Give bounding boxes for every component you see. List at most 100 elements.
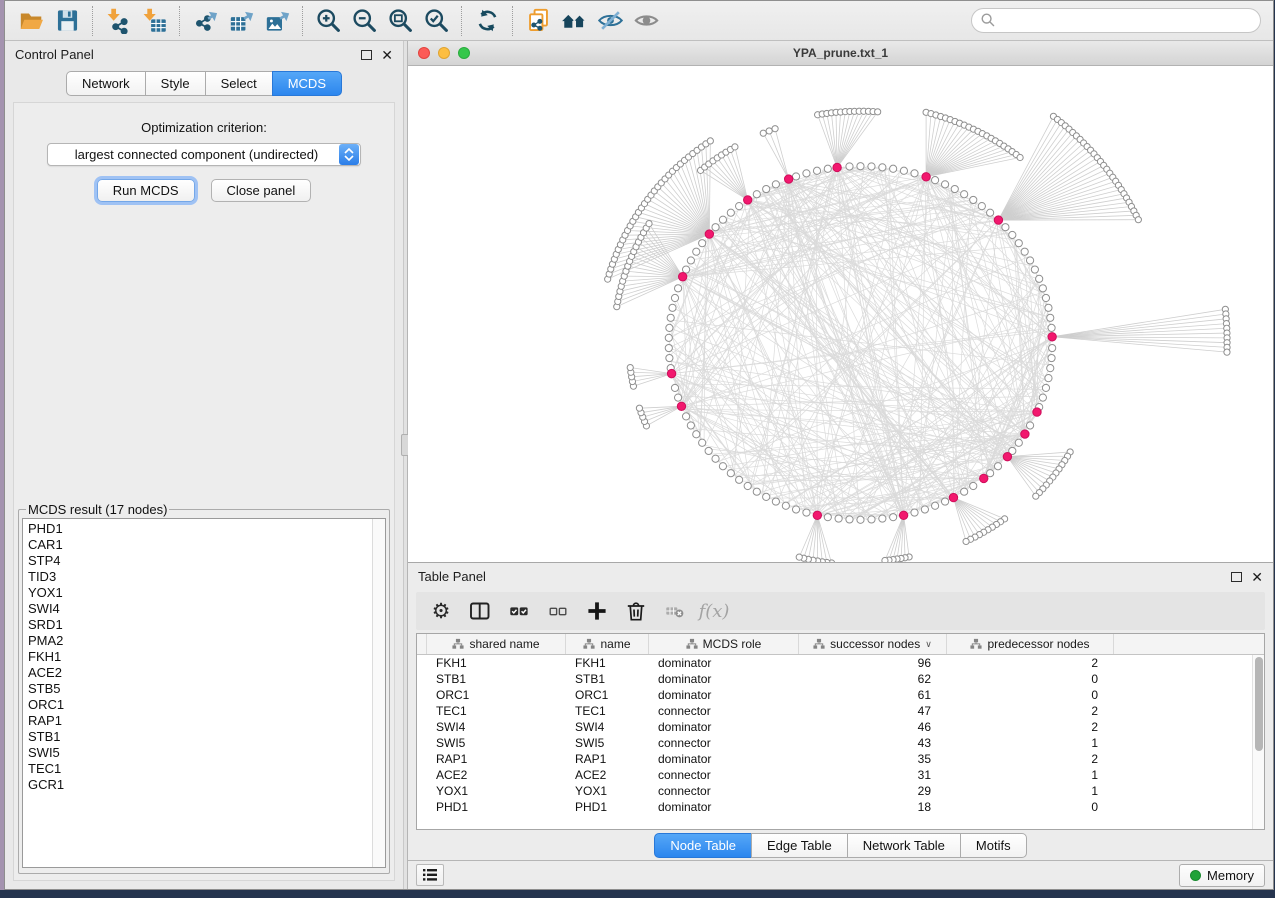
zoom-fit-button[interactable] (382, 5, 418, 37)
cell-successor-nodes[interactable]: 18 (799, 800, 947, 814)
cell-successor-nodes[interactable]: 61 (799, 688, 947, 702)
table-row[interactable]: SWI5SWI5connector431 (417, 735, 1264, 751)
cell-shared-name[interactable]: PHD1 (427, 800, 566, 814)
cell-successor-nodes[interactable]: 43 (799, 736, 947, 750)
cell-name[interactable]: ACE2 (566, 768, 649, 782)
minimize-window-icon[interactable] (438, 47, 450, 59)
mcds-result-item[interactable]: SWI4 (28, 601, 385, 617)
cell-successor-nodes[interactable]: 31 (799, 768, 947, 782)
table-row[interactable]: TEC1TEC1connector472 (417, 703, 1264, 719)
tab-style[interactable]: Style (145, 71, 206, 96)
cell-shared-name[interactable]: ACE2 (427, 768, 566, 782)
mcds-result-item[interactable]: STB1 (28, 729, 385, 745)
mcds-result-item[interactable]: TID3 (28, 569, 385, 585)
tab-motifs[interactable]: Motifs (960, 833, 1027, 858)
tab-mcds[interactable]: MCDS (272, 71, 342, 96)
cell-predecessor-nodes[interactable]: 0 (947, 800, 1114, 814)
cell-shared-name[interactable]: SWI4 (427, 720, 566, 734)
cell-name[interactable]: SWI5 (566, 736, 649, 750)
zoom-in-button[interactable] (310, 5, 346, 37)
column-header-shared-name[interactable]: shared name (427, 634, 566, 654)
column-visibility-icon[interactable] (465, 596, 495, 626)
table-row[interactable]: PHD1PHD1dominator180 (417, 799, 1264, 815)
mcds-result-item[interactable]: YOX1 (28, 585, 385, 601)
mcds-result-item[interactable]: SRD1 (28, 617, 385, 633)
mcds-result-item[interactable]: SWI5 (28, 745, 385, 761)
deselect-all-rows-icon[interactable] (543, 596, 573, 626)
zoom-out-button[interactable] (346, 5, 382, 37)
table-row[interactable]: ORC1ORC1dominator610 (417, 687, 1264, 703)
float-panel-icon[interactable] (361, 50, 372, 60)
close-panel-icon[interactable]: ✕ (381, 50, 393, 60)
zoom-selected-button[interactable] (418, 5, 454, 37)
cell-shared-name[interactable]: YOX1 (427, 784, 566, 798)
mcds-result-item[interactable]: STB5 (28, 681, 385, 697)
tab-network[interactable]: Network (66, 71, 146, 96)
cell-name[interactable]: STB1 (566, 672, 649, 686)
mcds-result-item[interactable]: ORC1 (28, 697, 385, 713)
cell-successor-nodes[interactable]: 62 (799, 672, 947, 686)
table-row[interactable]: STB1STB1dominator620 (417, 671, 1264, 687)
cell-name[interactable]: YOX1 (566, 784, 649, 798)
mcds-result-item[interactable]: TEC1 (28, 761, 385, 777)
cell-MCDS-role[interactable]: dominator (649, 800, 799, 814)
cell-shared-name[interactable]: ORC1 (427, 688, 566, 702)
tab-node-table[interactable]: Node Table (654, 833, 752, 858)
mcds-result-item[interactable]: PHD1 (28, 521, 385, 537)
table-scrollbar[interactable] (1252, 655, 1264, 829)
memory-button[interactable]: Memory (1179, 864, 1265, 887)
cell-name[interactable]: RAP1 (566, 752, 649, 766)
cell-predecessor-nodes[interactable]: 2 (947, 720, 1114, 734)
cell-predecessor-nodes[interactable]: 1 (947, 736, 1114, 750)
mcds-result-item[interactable]: RAP1 (28, 713, 385, 729)
column-header-successor-nodes[interactable]: successor nodes∨ (799, 634, 947, 654)
mcds-result-item[interactable]: PMA2 (28, 633, 385, 649)
cell-MCDS-role[interactable]: connector (649, 704, 799, 718)
table-row[interactable]: SWI4SWI4dominator462 (417, 719, 1264, 735)
cell-MCDS-role[interactable]: dominator (649, 752, 799, 766)
cell-predecessor-nodes[interactable]: 0 (947, 672, 1114, 686)
column-header-predecessor-nodes[interactable]: predecessor nodes (947, 634, 1114, 654)
cell-successor-nodes[interactable]: 46 (799, 720, 947, 734)
open-file-button[interactable] (13, 5, 49, 37)
cell-successor-nodes[interactable]: 47 (799, 704, 947, 718)
import-table-button[interactable] (136, 5, 172, 37)
table-row[interactable]: ACE2ACE2connector311 (417, 767, 1264, 783)
float-table-panel-icon[interactable] (1231, 572, 1242, 582)
delete-column-icon[interactable] (621, 596, 651, 626)
cell-shared-name[interactable]: SWI5 (427, 736, 566, 750)
table-row[interactable]: FKH1FKH1dominator962 (417, 655, 1264, 671)
cell-name[interactable]: FKH1 (566, 656, 649, 670)
add-column-icon[interactable] (582, 596, 612, 626)
close-window-icon[interactable] (418, 47, 430, 59)
close-table-panel-icon[interactable]: ✕ (1251, 572, 1263, 582)
export-network-button[interactable] (187, 5, 223, 37)
cell-MCDS-role[interactable]: dominator (649, 656, 799, 670)
cell-predecessor-nodes[interactable]: 2 (947, 704, 1114, 718)
export-image-button[interactable] (259, 5, 295, 37)
first-neighbors-button[interactable] (556, 5, 592, 37)
show-all-button[interactable] (628, 5, 664, 37)
cell-MCDS-role[interactable]: connector (649, 768, 799, 782)
mcds-result-item[interactable]: FKH1 (28, 649, 385, 665)
table-row[interactable]: YOX1YOX1connector291 (417, 783, 1264, 799)
settings-gear-icon[interactable]: ⚙ (426, 596, 456, 626)
cell-name[interactable]: PHD1 (566, 800, 649, 814)
cell-name[interactable]: SWI4 (566, 720, 649, 734)
mcds-result-item[interactable]: STP4 (28, 553, 385, 569)
tab-select[interactable]: Select (205, 71, 273, 96)
cell-MCDS-role[interactable]: connector (649, 784, 799, 798)
cell-predecessor-nodes[interactable]: 1 (947, 768, 1114, 782)
optimization-criterion-dropdown[interactable]: largest connected component (undirected) (47, 143, 361, 166)
mcds-result-item[interactable]: ACE2 (28, 665, 385, 681)
column-header-name[interactable]: name (566, 634, 649, 654)
mcds-list-scrollbar[interactable] (372, 519, 385, 867)
cell-MCDS-role[interactable]: dominator (649, 688, 799, 702)
cell-name[interactable]: TEC1 (566, 704, 649, 718)
mcds-result-listbox[interactable]: PHD1CAR1STP4TID3YOX1SWI4SRD1PMA2FKH1ACE2… (22, 518, 386, 868)
network-canvas[interactable] (408, 66, 1273, 562)
cell-shared-name[interactable]: RAP1 (427, 752, 566, 766)
close-panel-button[interactable]: Close panel (211, 179, 312, 202)
import-network-button[interactable] (100, 5, 136, 37)
cell-shared-name[interactable]: FKH1 (427, 656, 566, 670)
